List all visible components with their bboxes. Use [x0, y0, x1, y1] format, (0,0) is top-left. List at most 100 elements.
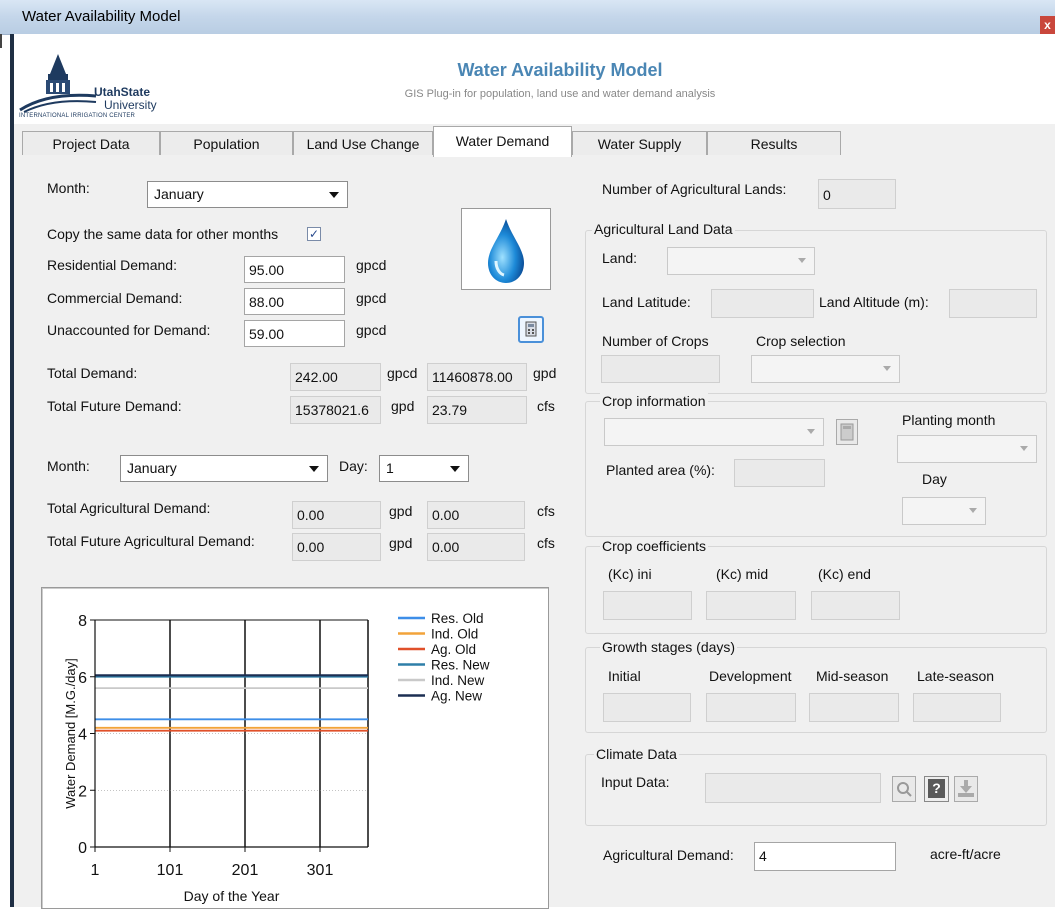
kc-end-label: (Kc) end	[818, 566, 871, 582]
crop-selection-select[interactable]	[751, 355, 900, 383]
water-demand-chart: 0 2 4 6 8 1 101 201 301 Day of the Year Water Dema…	[41, 587, 549, 909]
x-tick-label: 1	[91, 862, 100, 879]
ag-future-unit1: gpd	[389, 535, 413, 551]
planting-month-label: Planting month	[902, 412, 996, 428]
residential-label: Residential Demand:	[47, 257, 177, 273]
growth-late-season-input[interactable]	[913, 693, 1001, 722]
day-label: Day:	[339, 458, 368, 474]
ag-demand-rate-label: Agricultural Demand:	[603, 847, 734, 863]
chevron-down-icon	[807, 429, 815, 434]
climate-group-title: Climate Data	[594, 746, 679, 762]
download-button[interactable]	[954, 776, 978, 802]
x-tick-label: 301	[307, 862, 334, 879]
planting-month-select[interactable]	[897, 435, 1037, 463]
month-select[interactable]: January	[147, 181, 348, 208]
tab-population[interactable]: Population	[160, 131, 293, 155]
land-altitude-input[interactable]	[949, 289, 1037, 318]
ag-demand-rate-unit: acre-ft/acre	[930, 846, 1001, 862]
growth-mid-season-input[interactable]	[809, 693, 899, 722]
month-label: Month:	[47, 180, 90, 196]
y-tick-label: 0	[78, 840, 87, 857]
total-demand-gpd: 11460878.00	[427, 363, 527, 391]
unaccounted-input[interactable]: 59.00	[244, 320, 345, 347]
crop-selection-label: Crop selection	[756, 333, 846, 349]
y-tick-label: 8	[78, 613, 87, 630]
legend-label: Res. Old	[431, 611, 484, 626]
chevron-down-icon	[329, 192, 339, 198]
month2-select-value: January	[127, 460, 177, 476]
legend-label: Ind. New	[431, 673, 485, 688]
month2-select[interactable]: January	[120, 455, 328, 482]
ag-demand-rate-input[interactable]: 4	[754, 842, 896, 871]
growth-mid-season-label: Mid-season	[816, 668, 889, 684]
unaccounted-unit: gpcd	[356, 322, 387, 338]
input-data-field[interactable]	[705, 773, 881, 803]
y-tick-label: 2	[78, 783, 87, 800]
browse-button[interactable]	[892, 776, 916, 802]
legend-label: Ag. New	[431, 689, 482, 704]
copy-data-checkbox[interactable]: ✓	[307, 227, 321, 241]
tab-results[interactable]: Results	[707, 131, 841, 155]
x-tick-label: 101	[157, 862, 184, 879]
month-select-value: January	[154, 186, 204, 202]
land-latitude-label: Land Latitude:	[602, 294, 691, 310]
close-icon[interactable]: x	[1040, 16, 1055, 34]
chart-svg: 0 2 4 6 8 1 101 201 301 Day of the Year Water Dema…	[63, 611, 490, 904]
total-demand-unit2: gpd	[533, 365, 557, 381]
future-demand-unit1: gpd	[391, 398, 415, 414]
kc-mid-input[interactable]	[706, 591, 796, 620]
commercial-input[interactable]: 88.00	[244, 288, 345, 315]
app-subtitle: GIS Plug-in for population, land use and…	[404, 88, 716, 100]
planted-area-input[interactable]	[734, 459, 825, 487]
crop-info-button[interactable]	[836, 419, 858, 445]
land-select[interactable]	[667, 247, 815, 275]
ag-future-gpd: 0.00	[292, 533, 381, 561]
growth-development-input[interactable]	[706, 693, 796, 722]
legend-label: Ind. Old	[431, 627, 478, 642]
calculator-button[interactable]	[518, 316, 544, 343]
residential-input[interactable]: 95.00	[244, 256, 345, 283]
ag-future-cfs: 0.00	[427, 533, 525, 561]
ag-demand-unit1: gpd	[389, 503, 413, 519]
growth-group-title: Growth stages (days)	[600, 639, 738, 655]
total-demand-label: Total Demand:	[47, 365, 138, 381]
num-crops-input[interactable]	[601, 355, 720, 383]
tab-water-supply[interactable]: Water Supply	[572, 131, 707, 155]
help-icon: ?	[928, 779, 945, 798]
unaccounted-label: Unaccounted for Demand:	[47, 322, 211, 338]
land-latitude-input[interactable]	[711, 289, 814, 318]
future-demand-cfs: 23.79	[427, 396, 527, 424]
tab-water-demand[interactable]: Water Demand	[433, 126, 572, 157]
land-label: Land:	[602, 250, 638, 266]
day-select[interactable]: 1	[379, 455, 469, 482]
num-lands-value: 0	[818, 179, 896, 209]
help-button[interactable]: ?	[924, 776, 949, 802]
month2-label: Month:	[47, 458, 90, 474]
tab-project-data[interactable]: Project Data	[22, 131, 160, 155]
chevron-down-icon	[798, 258, 806, 263]
commercial-label: Commercial Demand:	[47, 290, 183, 306]
total-demand-gpcd: 242.00	[290, 363, 381, 391]
ag-land-group-title: Agricultural Land Data	[592, 221, 735, 237]
planted-area-label: Planted area (%):	[606, 462, 715, 478]
day-select-right[interactable]	[902, 497, 986, 525]
growth-initial-input[interactable]	[603, 693, 691, 722]
y-axis-label: Water Demand [M.G./day]	[63, 658, 78, 809]
crop-coef-group-title: Crop coefficients	[600, 538, 709, 554]
tab-land-use-change[interactable]: Land Use Change	[293, 131, 433, 155]
water-drop-image	[461, 208, 551, 290]
future-demand-label: Total Future Demand:	[47, 398, 182, 414]
crop-info-select[interactable]	[604, 418, 824, 446]
kc-ini-input[interactable]	[603, 591, 692, 620]
x-tick-label: 201	[232, 862, 259, 879]
chevron-down-icon	[1020, 446, 1028, 451]
kc-end-input[interactable]	[811, 591, 900, 620]
future-demand-unit2: cfs	[537, 398, 555, 414]
legend-label: Res. New	[431, 658, 490, 673]
kc-ini-label: (Kc) ini	[608, 566, 652, 582]
calculator-icon	[840, 423, 854, 441]
legend-label: Ag. Old	[431, 642, 476, 657]
y-tick-label: 6	[78, 670, 87, 687]
ag-demand-unit2: cfs	[537, 503, 555, 519]
kc-mid-label: (Kc) mid	[716, 566, 769, 582]
